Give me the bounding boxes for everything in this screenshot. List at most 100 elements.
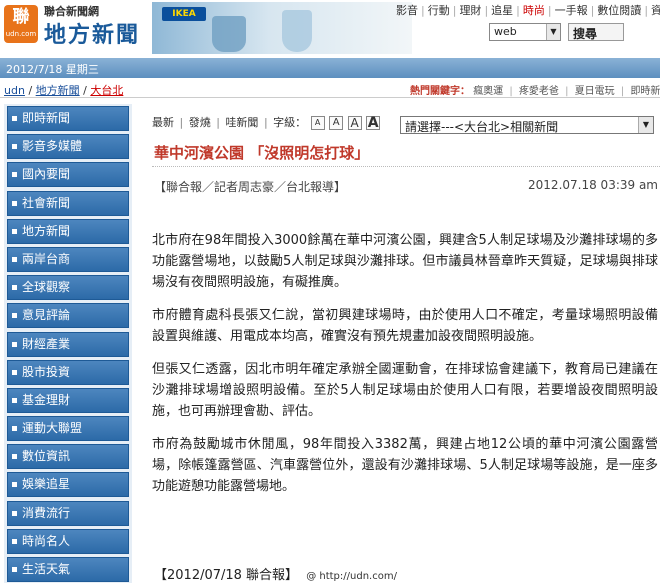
bullet-icon: [12, 172, 17, 178]
bullet-icon: [12, 313, 17, 319]
bullet-icon: [12, 144, 17, 150]
nav-separator: |: [516, 4, 520, 17]
article-byline: 【聯合報／記者周志豪／台北報導】: [154, 180, 347, 194]
sidebar-item[interactable]: 即時新聞: [7, 106, 129, 131]
top-nav-link[interactable]: 行動: [428, 4, 450, 17]
bullet-icon: [12, 256, 17, 262]
sidebar-item[interactable]: 股市投資: [7, 359, 129, 385]
hot-keywords-label: 熱門關鍵字：: [410, 86, 470, 97]
sidebar-item-label: 兩岸台商: [22, 251, 71, 266]
nav-separator: |: [547, 4, 552, 17]
sidebar-item[interactable]: 意見評論: [7, 303, 129, 329]
top-nav-link[interactable]: 時尚: [523, 4, 545, 17]
top-nav-link[interactable]: 影音: [396, 4, 418, 17]
toolbar-separator: |: [216, 116, 220, 129]
sidebar-item-label: 地方新聞: [22, 223, 71, 238]
hot-keyword-link[interactable]: 疼愛老爸: [519, 86, 559, 97]
nav-separator: |: [644, 4, 649, 17]
source-url[interactable]: @ http://udn.com/: [306, 571, 397, 582]
divider: [152, 166, 660, 167]
font-size-medium-button[interactable]: A: [347, 116, 362, 130]
article-paragraph: 但張又仁透露，因北市明年確定承辦全國運動會，在排球協會建議下，教育局已建議在沙灘…: [152, 362, 658, 419]
ikea-banner-ad[interactable]: IKEA: [152, 2, 412, 54]
current-date: 2012/7/18 星期三: [6, 63, 99, 76]
sidebar-item-label: 消費流行: [22, 505, 71, 520]
keyword-separator: |: [565, 86, 569, 97]
sidebar-item[interactable]: 地方新聞: [7, 218, 129, 244]
bullet-icon: [12, 397, 17, 403]
sidebar-item[interactable]: 運動大聯盟: [7, 416, 129, 442]
udn-logo-icon: 聯 udn.com: [4, 5, 38, 43]
sidebar-item[interactable]: 娛樂追星: [7, 472, 129, 498]
sidebar-item-label: 數位資訊: [22, 449, 71, 464]
logo-badge-domain: udn.com: [5, 30, 37, 38]
latest-link[interactable]: 最新: [152, 116, 174, 129]
related-news-select-value: 請選擇---<大台北>相關新聞: [405, 120, 559, 134]
hot-keyword-link[interactable]: 夏日電玩: [575, 86, 615, 97]
sidebar-item[interactable]: 影音多媒體: [7, 134, 129, 160]
sidebar-item[interactable]: 消費流行: [7, 500, 129, 526]
sidebar-item[interactable]: 國內要聞: [7, 162, 129, 188]
section-sidebar: 即時新聞影音多媒體國內要聞社會新聞地方新聞兩岸台商全球觀察意見評論財經產業股市投…: [4, 104, 132, 583]
sidebar-item-label: 即時新聞: [22, 111, 71, 125]
article-paragraph: 北市府在98年間投入3000餘萬在華中河濱公園，興建含5人制足球場及沙灘排球場的…: [152, 233, 658, 290]
sidebar-item[interactable]: 全球觀察: [7, 275, 129, 301]
font-size-large-button[interactable]: A: [366, 116, 381, 130]
sidebar-item[interactable]: 社會新聞: [7, 190, 129, 216]
article-paragraph: 市府為鼓勵城市休閒風，98年間投入3382萬，興建占地12公頃的華中河濱公園露營…: [152, 437, 658, 494]
breadcrumb-current-link[interactable]: 大台北: [90, 84, 123, 97]
bullet-icon: [12, 116, 17, 121]
bullet-icon: [12, 567, 17, 572]
bullet-icon: [12, 285, 17, 291]
hot-keyword-link[interactable]: 瘋奧運: [473, 86, 503, 97]
dropdown-arrow-icon: ▼: [546, 24, 560, 40]
top-nav-link[interactable]: 一手報: [555, 4, 588, 17]
bullet-icon: [12, 200, 17, 206]
sidebar-item[interactable]: 時尚名人: [7, 528, 129, 554]
hot-keyword-link[interactable]: 即時新聞: [630, 86, 660, 97]
sidebar-item[interactable]: 財經產業: [7, 331, 129, 357]
popular-link[interactable]: 發燒: [189, 116, 211, 129]
top-nav-link[interactable]: 數位閱讀: [597, 4, 641, 17]
wow-news-link[interactable]: 哇新聞: [225, 116, 258, 129]
top-nav: 影音|行動|理財|追星|時尚|一手報|數位閱讀|資料: [396, 2, 660, 18]
breadcrumb-section-link[interactable]: 地方新聞: [36, 84, 80, 97]
bullet-icon: [12, 538, 17, 544]
top-nav-link[interactable]: 追星: [491, 4, 513, 17]
sidebar-item-label: 股市投資: [22, 364, 71, 379]
toolbar-separator: |: [263, 116, 268, 129]
article-area: 最新 | 發燒 | 哇新聞 | 字級： A A A A 請選擇---<大台北>相…: [140, 104, 660, 583]
logo-section-name: 地方新聞: [44, 23, 141, 48]
source-label: 【2012/07/18 聯合報】: [154, 568, 299, 583]
bullet-icon: [12, 228, 17, 234]
bullet-icon: [12, 482, 17, 488]
related-news-select[interactable]: 請選擇---<大台北>相關新聞 ▼: [400, 116, 654, 134]
article-source: 【2012/07/18 聯合報】 @ http://udn.com/: [154, 564, 397, 583]
search-engine-select[interactable]: web ▼: [489, 23, 561, 41]
top-nav-link[interactable]: 資料: [651, 4, 660, 17]
bullet-icon: [12, 454, 17, 460]
breadcrumb-home-link[interactable]: udn: [4, 84, 25, 97]
sidebar-item-label: 生活天氣: [22, 562, 71, 576]
toolbar-separator: |: [179, 116, 184, 129]
nav-separator: |: [590, 4, 595, 17]
sidebar-item-label: 國內要聞: [22, 167, 71, 182]
sidebar-item[interactable]: 數位資訊: [7, 444, 129, 470]
sidebar-item[interactable]: 兩岸台商: [7, 246, 129, 272]
font-size-xsmall-button[interactable]: A: [310, 116, 325, 130]
site-logo[interactable]: 聯 udn.com 聯合新聞網 地方新聞: [0, 0, 140, 50]
ikea-logo: IKEA: [162, 7, 206, 21]
nav-separator: |: [484, 4, 489, 17]
article-headline: 華中河濱公園 「沒照明怎打球」: [154, 144, 370, 162]
font-size-small-button[interactable]: A: [329, 116, 344, 130]
sidebar-item[interactable]: 基金理財: [7, 387, 129, 413]
keyword-separator: |: [620, 86, 625, 97]
search-button[interactable]: 搜尋: [568, 23, 624, 41]
sidebar-item-label: 時尚名人: [22, 533, 71, 548]
article-body: 北市府在98年間投入3000餘萬在華中河濱公園，興建含5人制足球場及沙灘排球場的…: [152, 230, 658, 509]
article-toolbar: 最新 | 發燒 | 哇新聞 | 字級： A A A A: [152, 114, 381, 130]
top-nav-link[interactable]: 理財: [459, 4, 481, 17]
sidebar-item[interactable]: 生活天氣: [7, 557, 129, 582]
sidebar-item-label: 社會新聞: [22, 195, 71, 210]
sidebar-item-label: 意見評論: [22, 308, 71, 323]
